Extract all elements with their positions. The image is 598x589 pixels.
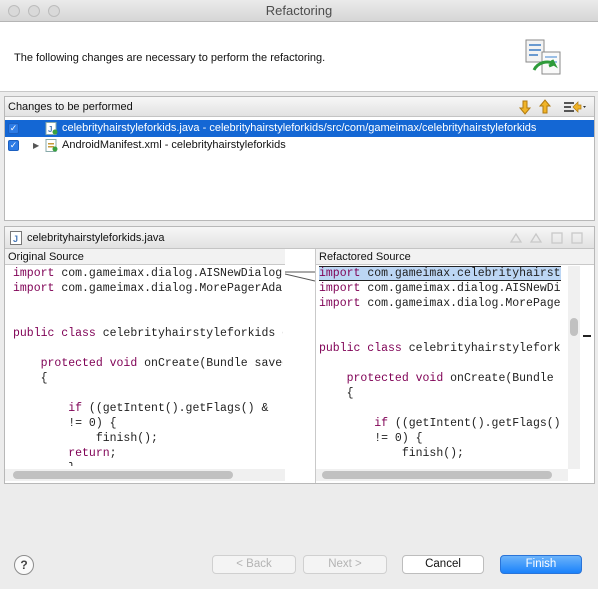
minimize-window-button[interactable] <box>28 5 40 17</box>
compare-navigation-icons <box>509 232 583 244</box>
next-button[interactable]: Next > <box>303 555 387 574</box>
diff-connector-gutter <box>285 271 315 282</box>
refactored-source-horizontal-scrollbar[interactable] <box>316 469 568 481</box>
refactored-source-code[interactable]: import com.gameimax.celebrityhairstylefo… <box>319 266 561 466</box>
changes-panel-header: Changes to be performed <box>5 97 594 117</box>
svg-text:J: J <box>13 234 18 244</box>
java-file-icon: J <box>10 231 22 245</box>
change-item-label: celebrityhairstyleforkids.java - celebri… <box>62 122 537 134</box>
close-window-button[interactable] <box>8 5 20 17</box>
title-bar: Refactoring <box>0 0 598 22</box>
back-button[interactable]: < Back <box>212 555 296 574</box>
original-source-title: Original Source <box>5 249 285 265</box>
filter-menu-icon[interactable] <box>563 99 589 115</box>
original-source-code[interactable]: import com.gameimax.dialog.AISNewDialog;… <box>13 266 283 466</box>
compare-file-name: celebrityhairstyleforkids.java <box>27 232 165 244</box>
java-file-icon: J <box>45 122 58 135</box>
expand-triangle-icon[interactable]: ▶ <box>33 137 39 154</box>
overview-ruler-marker <box>583 335 591 337</box>
wizard-message: The following changes are necessary to p… <box>14 52 326 64</box>
refactored-source-vertical-scrollbar[interactable] <box>568 266 580 469</box>
scrollbar-thumb[interactable] <box>322 471 552 479</box>
wizard-header: The following changes are necessary to p… <box>0 22 598 92</box>
change-item-manifest-checkbox[interactable]: ✓ <box>8 140 19 151</box>
refactoring-wizard-icon <box>525 39 561 75</box>
cancel-button[interactable]: Cancel <box>402 555 484 574</box>
compare-header: J celebrityhairstyleforkids.java <box>5 227 594 249</box>
refactored-source-title: Refactored Source <box>316 249 594 265</box>
changes-panel-title: Changes to be performed <box>8 101 133 113</box>
xml-file-icon <box>45 139 58 152</box>
original-source-pane[interactable]: Original Source import com.gameimax.dial… <box>5 249 285 483</box>
scrollbar-thumb[interactable] <box>13 471 233 479</box>
next-change-down-icon[interactable] <box>517 99 533 115</box>
change-item-manifest[interactable]: ✓ ▶ AndroidManifest.xml - celebrityhairs… <box>5 137 594 154</box>
zoom-window-button[interactable] <box>48 5 60 17</box>
changes-panel: Changes to be performed ✓ J celebrityhai… <box>4 96 595 221</box>
refactored-source-pane[interactable]: Refactored Source import com.gameimax.ce… <box>315 249 594 483</box>
previous-change-up-icon[interactable] <box>537 99 553 115</box>
change-item-java[interactable]: ✓ J celebrityhairstyleforkids.java - cel… <box>5 120 594 137</box>
compare-panel: J celebrityhairstyleforkids.java Origina… <box>4 226 595 484</box>
change-item-java-checkbox[interactable]: ✓ <box>8 123 19 134</box>
window-title: Refactoring <box>265 3 333 18</box>
help-button[interactable]: ? <box>14 555 34 575</box>
button-bar: ? < Back Next > Cancel Finish <box>0 542 598 589</box>
svg-text:J: J <box>48 125 52 134</box>
scrollbar-thumb[interactable] <box>570 318 578 336</box>
original-source-horizontal-scrollbar[interactable] <box>5 469 285 481</box>
finish-button[interactable]: Finish <box>500 555 582 574</box>
change-item-label: AndroidManifest.xml - celebrityhairstyle… <box>62 139 286 151</box>
